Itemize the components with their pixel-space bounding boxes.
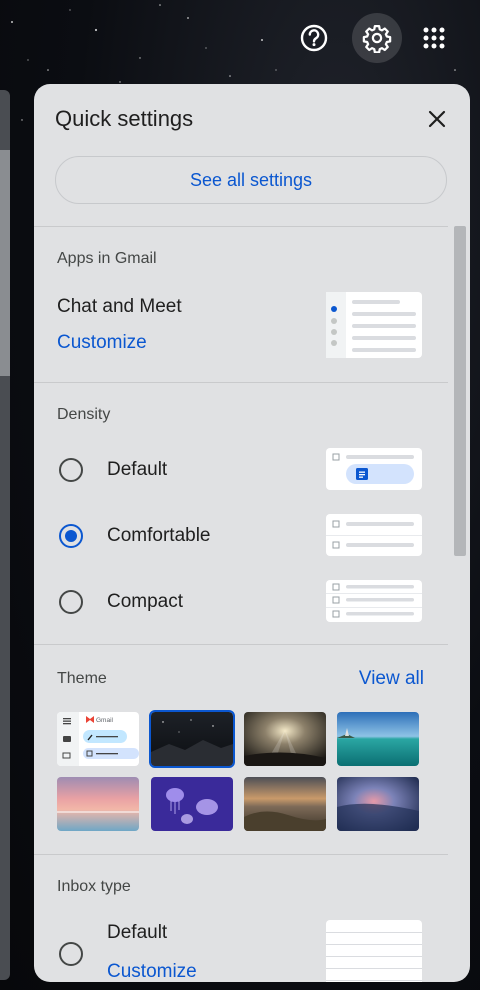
scrollbar[interactable]	[454, 226, 466, 556]
panel-header: Quick settings	[34, 84, 470, 154]
density-default-label: Default	[107, 459, 168, 480]
divider	[34, 226, 448, 227]
inbox-customize-link[interactable]: Customize	[107, 961, 197, 982]
gear-icon	[362, 25, 392, 53]
close-icon	[428, 110, 446, 128]
quick-settings-panel: Quick settings See all settings Apps in …	[34, 84, 470, 982]
density-comfortable-preview	[326, 514, 422, 556]
apps-section-heading: Apps in Gmail	[57, 250, 157, 267]
density-comfortable-label: Comfortable	[107, 525, 211, 546]
theme-heading: Theme	[57, 670, 107, 687]
density-compact-preview	[326, 580, 422, 622]
panel-title: Quick settings	[55, 106, 194, 131]
apps-grid-icon	[423, 27, 445, 49]
theme-thumbnail-sun-rays[interactable]	[244, 712, 326, 766]
help-button[interactable]	[292, 16, 336, 60]
apps-customize-link[interactable]: Customize	[57, 332, 147, 354]
theme-thumbnail-storm-clouds[interactable]	[337, 777, 419, 831]
help-circle-icon	[300, 24, 328, 52]
density-default-radio[interactable]	[59, 458, 83, 482]
view-all-themes-link[interactable]: View all	[359, 668, 424, 690]
divider	[34, 854, 448, 855]
close-button[interactable]	[424, 106, 450, 132]
density-compact-label: Compact	[107, 591, 184, 612]
theme-thumbnail-default[interactable]: Gmail	[57, 712, 139, 766]
density-default-preview	[326, 448, 422, 490]
inbox-default-label: Default	[107, 922, 168, 943]
chat-meet-preview	[326, 292, 422, 358]
inbox-default-radio[interactable]	[59, 942, 83, 966]
theme-thumbnail-tropical-lake[interactable]	[337, 712, 419, 766]
theme-thumbnail-jellyfish[interactable]	[151, 777, 233, 831]
divider	[34, 382, 448, 383]
left-pane-edge	[0, 90, 10, 980]
settings-button[interactable]	[352, 13, 402, 63]
density-heading: Density	[57, 406, 111, 423]
see-all-settings-button[interactable]: See all settings	[55, 156, 447, 204]
gmail-thumb-label: Gmail	[96, 717, 114, 724]
density-comfortable-radio[interactable]	[59, 524, 83, 548]
theme-thumbnail-rocky-shore[interactable]	[244, 777, 326, 831]
chat-meet-title: Chat and Meet	[57, 296, 182, 317]
density-compact-radio[interactable]	[59, 590, 83, 614]
google-apps-button[interactable]	[412, 16, 456, 60]
inbox-type-preview	[326, 920, 422, 982]
divider	[34, 644, 448, 645]
theme-thumbnail-pink-sunset[interactable]	[57, 777, 139, 831]
theme-thumbnail-starry-night[interactable]	[149, 710, 235, 768]
inbox-type-heading: Inbox type	[57, 878, 131, 895]
